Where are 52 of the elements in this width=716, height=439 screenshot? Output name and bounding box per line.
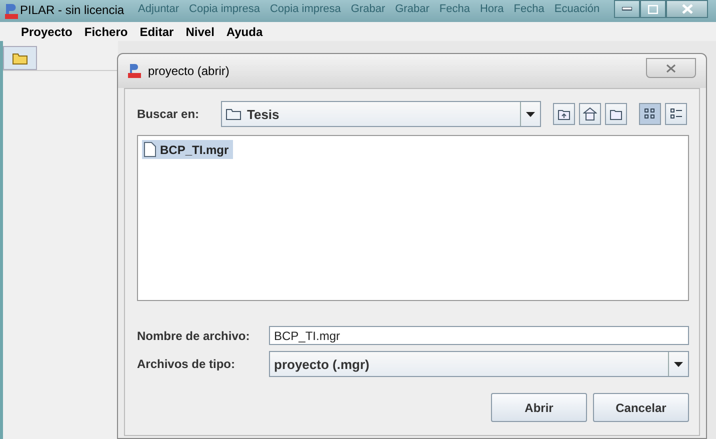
menu-item[interactable]: Ayuda: [226, 24, 263, 38]
menu-item[interactable]: Proyecto: [21, 24, 72, 38]
maximize-icon: [648, 4, 658, 14]
toolbar-button[interactable]: [665, 103, 687, 125]
menu-item[interactable]: Fichero: [84, 24, 128, 38]
file-item[interactable]: BCP_TI.mgr: [142, 140, 233, 159]
file-icon: [144, 142, 156, 157]
ribbon-label: Fecha: [439, 3, 470, 15]
list-view-icon: [669, 107, 683, 121]
menu-item[interactable]: Nivel: [186, 24, 214, 38]
window-title: PILAR - sin licencia: [20, 3, 124, 17]
folder-icon: [12, 52, 28, 64]
toolbar-button[interactable]: [579, 103, 601, 125]
home-icon: [583, 107, 597, 121]
maximize-button[interactable]: [640, 0, 666, 18]
dialog-button[interactable]: Cancelar: [593, 393, 689, 422]
file-name-field[interactable]: BCP_TI.mgr: [269, 326, 689, 345]
dialog-button[interactable]: Abrir: [491, 393, 587, 422]
menu-item[interactable]: Editar: [140, 24, 174, 38]
dialog-title: proyecto (abrir): [148, 64, 230, 78]
field-label: Buscar en:: [137, 107, 200, 121]
folder-dropdown[interactable]: Tesis: [221, 101, 541, 127]
close-button[interactable]: [666, 0, 708, 18]
folder-icon: [609, 107, 623, 121]
folder-icon: [226, 108, 242, 120]
close-button[interactable]: [646, 58, 696, 78]
caret-icon: [674, 362, 683, 366]
toolbar-button[interactable]: [639, 103, 661, 125]
close-icon: [682, 4, 692, 14]
ribbon-label: Grabar: [395, 3, 430, 15]
folder-up-icon: [557, 107, 571, 121]
app-icon: [4, 3, 20, 19]
field-label: Archivos de tipo:: [137, 357, 236, 371]
folder-name: Tesis: [247, 106, 280, 122]
ribbon-label: Fecha: [514, 3, 544, 15]
ribbon-label: Hora: [480, 3, 504, 15]
field-label: Nombre de archivo:: [137, 328, 251, 342]
ribbon-label: Grabar: [350, 3, 386, 15]
minimize-icon: [622, 7, 632, 11]
caret-icon: [526, 112, 535, 116]
ribbon-label: Ecuación: [554, 3, 600, 15]
file-type-dropdown[interactable]: proyecto (.mgr): [269, 351, 689, 377]
close-icon: [666, 64, 676, 72]
toolbar-button[interactable]: [553, 103, 575, 125]
ribbon-label: Copia impresa: [270, 3, 341, 15]
grid-view-icon: [643, 107, 657, 121]
ribbon-label: Adjuntar: [138, 3, 180, 15]
open-button[interactable]: [3, 46, 37, 70]
minimize-button[interactable]: [614, 0, 640, 18]
ribbon-label: Copia impresa: [189, 3, 260, 15]
toolbar-button[interactable]: [605, 103, 627, 125]
app-icon: [128, 64, 142, 78]
